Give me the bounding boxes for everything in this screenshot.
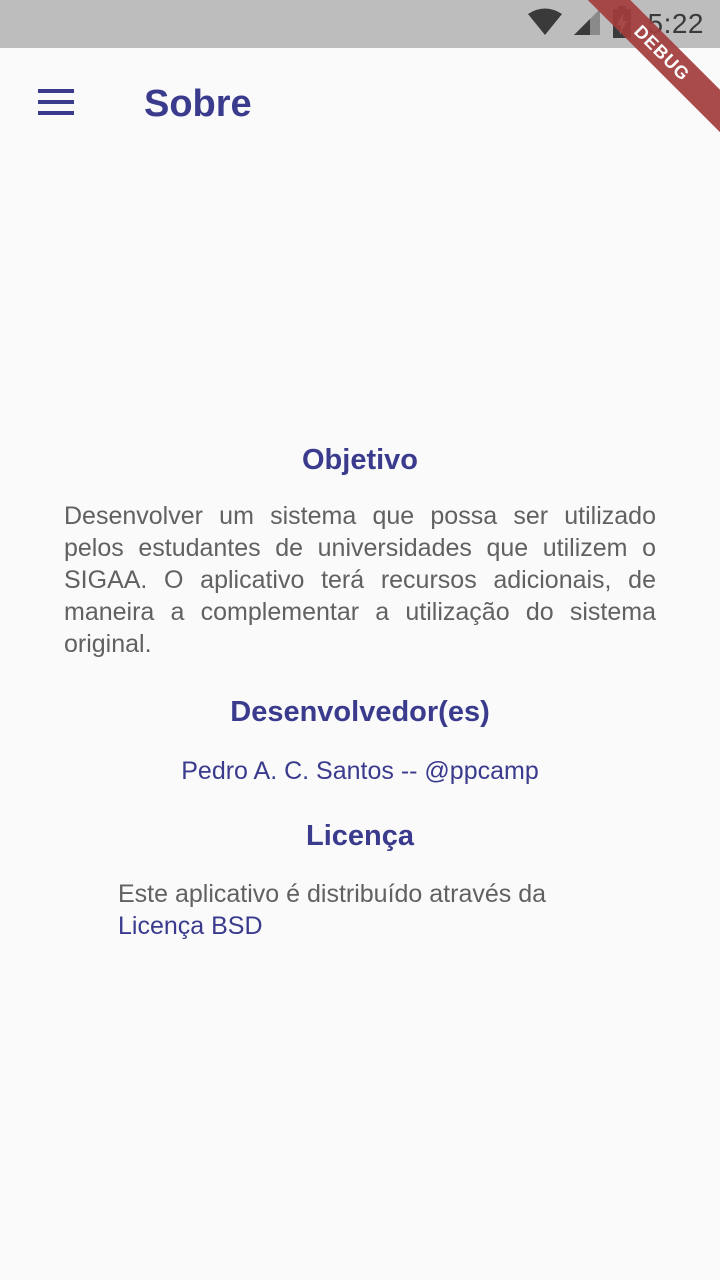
status-icons: 5:22 bbox=[527, 5, 705, 43]
developers-heading: Desenvolvedor(es) bbox=[230, 696, 490, 728]
license-text: Este aplicativo é distribuído através da bbox=[118, 880, 547, 908]
about-content: Objetivo Desenvolver um sistema que poss… bbox=[64, 436, 656, 942]
status-bar: 5:22 bbox=[0, 0, 720, 48]
hamburger-menu-icon bbox=[38, 88, 74, 120]
objective-text: Desenvolver um sistema que possa ser uti… bbox=[64, 502, 656, 658]
battery-charging-icon bbox=[612, 5, 632, 43]
developer-name: Pedro A. C. Santos -- @ppcamp bbox=[181, 757, 539, 785]
license-text-block: Este aplicativo é distribuído através da… bbox=[118, 878, 656, 942]
license-link[interactable]: Licença BSD bbox=[118, 912, 263, 940]
page-title: Sobre bbox=[144, 83, 252, 125]
app-bar: Sobre bbox=[0, 48, 720, 160]
objective-heading: Objetivo bbox=[301, 444, 418, 476]
license-heading: Licença bbox=[306, 820, 414, 852]
status-time: 5:22 bbox=[647, 8, 704, 39]
wifi-icon bbox=[527, 8, 562, 41]
signal-icon bbox=[572, 7, 602, 42]
menu-button[interactable] bbox=[24, 76, 88, 132]
